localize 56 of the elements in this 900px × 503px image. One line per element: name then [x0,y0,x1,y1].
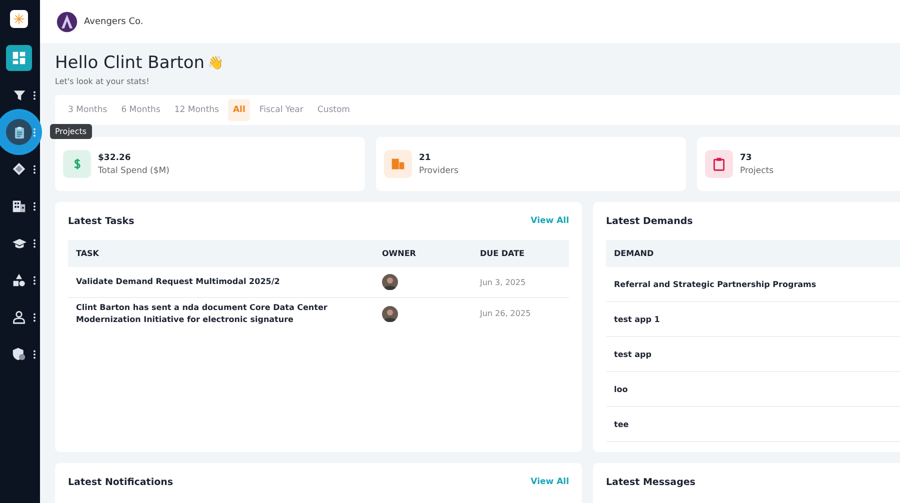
column-header: DEMAND [614,249,654,258]
period-tab[interactable]: Custom [312,99,355,121]
more-icon[interactable] [33,239,36,248]
panel-title: Latest Demands [606,216,693,226]
filter-icon [12,88,26,102]
demand-cell[interactable]: Referral and Strategic Partnership Programs [614,280,816,288]
greeting-subtitle: Let's look at your stats! [55,77,150,86]
stat-value: 21 [419,152,432,162]
column-header: OWNER [382,249,417,258]
app-logo[interactable] [10,10,28,28]
due-date-cell-text: Jun 26, 2025 [480,309,532,318]
column-header: DUE DATE [480,249,526,258]
demand-cell[interactable]: loo [614,384,628,394]
wave-emoji: 👋 [208,55,224,71]
more-icon[interactable] [33,313,36,322]
avatar [382,306,398,322]
demand-cell[interactable]: test app 1 [614,314,660,324]
diamond-icon [12,162,26,176]
task-cell[interactable]: Clint Barton has sent a nda document Core Data Center Modernization Initiative for electronic signature [76,302,382,326]
shapes-icon [12,273,26,287]
period-tab[interactable]: All [228,99,250,121]
stat-value: 73 [740,152,753,162]
view-all-link[interactable]: View All [530,477,569,487]
view-all-link[interactable]: View All [530,216,569,226]
due-date-cell-text: Jun 3, 2025 [480,278,527,286]
more-icon[interactable] [33,165,36,174]
greeting-title: Hello Clint Barton [55,53,205,73]
panel-title: Latest Tasks [68,216,134,226]
stat-label: Total Spend ($M) [98,166,170,176]
avatar [382,274,398,290]
panel-title: Latest Notifications [68,476,174,488]
company-name: Avengers Co. [84,16,144,26]
period-tab[interactable]: 3 Months [63,99,112,121]
company-logo [56,10,78,32]
period-tab[interactable]: 6 Months [116,99,166,121]
task-cell[interactable]: Validate Demand Request Multimodal 2025/2 [76,276,382,288]
stat-label: Projects [740,166,774,176]
period-tab[interactable]: Fiscal Year [254,99,308,121]
panel-title: Latest Messages [606,476,696,488]
dashboard-icon [12,51,26,65]
stat-value: $32.26 [98,152,132,162]
demand-cell[interactable]: test app [614,350,652,358]
building-icon [12,199,26,213]
more-icon[interactable] [33,202,36,211]
tooltip: Projects [50,124,92,139]
user-icon [12,310,26,324]
sidebar-item[interactable] [6,45,32,71]
period-tab[interactable]: 12 Months [169,99,224,121]
demand-cell[interactable]: tee [614,420,629,428]
more-icon[interactable] [33,350,36,359]
clipboard-icon [12,126,26,138]
shield-icon [12,347,26,361]
more-icon[interactable] [33,91,36,100]
more-icon[interactable] [33,276,36,285]
column-header: TASK [76,249,100,258]
stat-label: Providers [419,166,458,176]
